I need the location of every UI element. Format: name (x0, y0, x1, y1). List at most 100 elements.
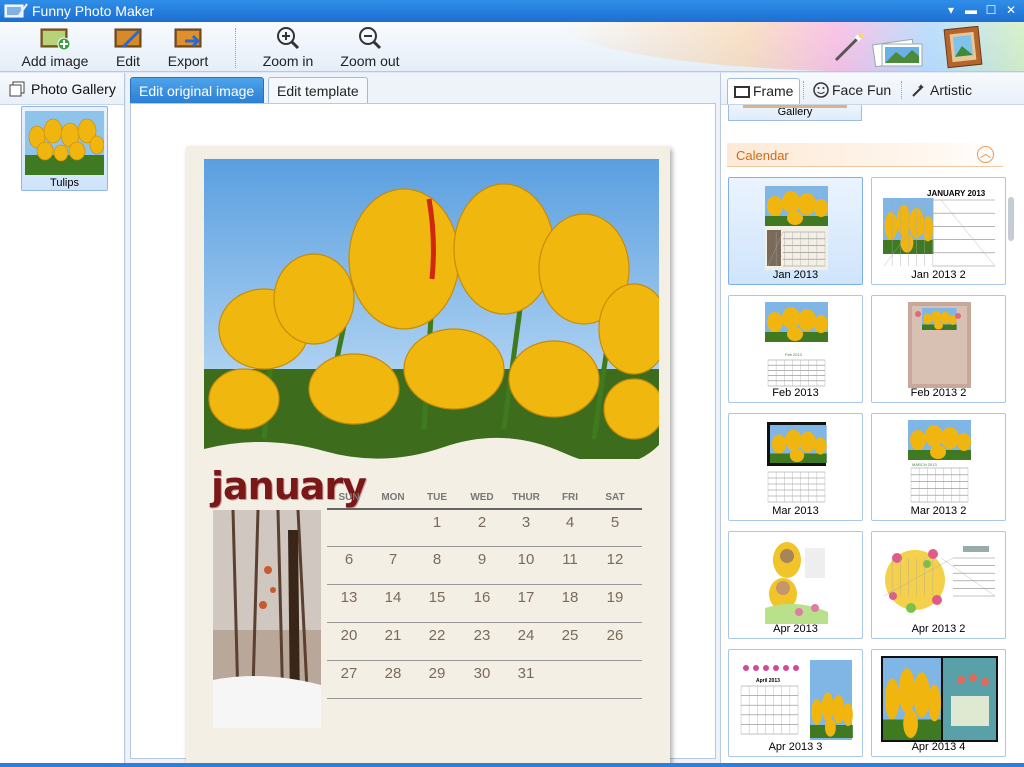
templates-panel: Frame Face Fun Artistic Gallery Calendar… (720, 73, 1024, 763)
template-preview (765, 538, 828, 624)
template-card[interactable]: April 2013 Apr 2013 3 (728, 649, 863, 757)
calendar-week-row: 6 7 8 9 10 11 12 (327, 546, 642, 584)
export-button[interactable]: Export (162, 25, 214, 71)
menu-button[interactable]: ▾ (944, 2, 958, 18)
calendar-day: 24 (517, 627, 535, 644)
minimize-button[interactable]: ▬ (964, 2, 978, 18)
template-label: Apr 2013 2 (911, 623, 966, 635)
calendar-preview: january SUN MON TUE WED THUR FRI SAT 1 2 3 4 5 6 7 8 9 1… (186, 146, 670, 767)
template-card[interactable]: Apr 2013 4 (871, 649, 1006, 757)
template-label: Mar 2013 (772, 505, 819, 517)
calendar-day: 4 (565, 514, 575, 531)
calendar-day: 9 (477, 551, 487, 568)
calendar-day: 28 (384, 665, 402, 682)
template-preview: MARCH 2013 (908, 420, 971, 506)
template-preview (881, 656, 998, 742)
svg-text:MARCH 2013: MARCH 2013 (912, 462, 937, 467)
photo-gallery-header: Photo Gallery (0, 73, 124, 105)
template-label: Apr 2013 (773, 623, 818, 635)
calendar-day: 26 (606, 627, 624, 644)
photos-icon (872, 38, 923, 68)
weekday-header: SUN (338, 492, 360, 503)
calendar-day: 15 (428, 589, 446, 606)
template-card[interactable]: Feb 2013 2 (871, 295, 1006, 403)
template-label: Jan 2013 2 (911, 269, 966, 281)
scrollbar-thumb[interactable] (1008, 197, 1014, 241)
frame-icon (734, 86, 750, 98)
face-icon (813, 82, 829, 98)
calendar-day: 12 (606, 551, 624, 568)
calendar-grid: SUN MON TUE WED THUR FRI SAT 1 2 3 4 5 6 7 8 9 10 11 12 13 1… (327, 492, 642, 732)
template-label: Feb 2013 (772, 387, 819, 399)
calendar-day: 17 (517, 589, 535, 606)
template-card[interactable]: Apr 2013 (728, 531, 863, 639)
calendar-day: 13 (340, 589, 358, 606)
calendar-day: 2 (477, 514, 487, 531)
calendar-week-row: 1 2 3 4 5 (327, 508, 642, 546)
editor-canvas[interactable]: january SUN MON TUE WED THUR FRI SAT 1 2 3 4 5 6 7 8 9 1… (130, 103, 716, 767)
window-title: Funny Photo Maker (32, 3, 155, 19)
calendar-day: 27 (340, 665, 358, 682)
calendar-day: 8 (432, 551, 442, 568)
template-card[interactable]: Feb 2013 Feb 2013 (728, 295, 863, 403)
tab-frame[interactable]: Frame (727, 78, 801, 104)
weekday-header: WED (470, 492, 494, 503)
calendar-main-photo (204, 159, 659, 459)
edit-icon (114, 28, 142, 49)
tulips-thumbnail-image (25, 111, 104, 175)
zoom-out-icon (359, 27, 382, 50)
svg-text:Feb 2013: Feb 2013 (785, 352, 803, 357)
artistic-icon (912, 84, 924, 97)
calendar-day: 19 (606, 589, 624, 606)
calendar-day: 25 (561, 627, 579, 644)
calendar-day: 29 (428, 665, 446, 682)
calendar-day: 1 (432, 514, 442, 531)
template-gallery[interactable]: Gallery (728, 105, 862, 121)
calendar-day: 5 (610, 514, 620, 531)
calendar-day: 14 (384, 589, 402, 606)
edit-button[interactable]: Edit (108, 25, 148, 71)
template-card[interactable]: JANUARY 2013 Jan 2013 2 (871, 177, 1006, 285)
template-card[interactable]: Apr 2013 2 (871, 531, 1006, 639)
gallery-thumbnail-tulips[interactable]: Tulips (21, 106, 108, 191)
maximize-button[interactable]: ☐ (984, 2, 998, 18)
template-card[interactable]: Mar 2013 (728, 413, 863, 521)
calendar-section-header[interactable]: Calendar ︿ (727, 143, 1003, 167)
calendar-day: 18 (561, 589, 579, 606)
apr3-text: April 2013 (756, 678, 780, 684)
collapse-icon[interactable]: ︿ (977, 146, 994, 163)
frame-picture-icon (943, 26, 983, 69)
template-preview (765, 420, 828, 506)
calendar-day: 23 (473, 627, 491, 644)
calendar-week-row: 13 14 15 16 17 18 19 (327, 584, 642, 622)
zoom-in-button[interactable]: Zoom in (258, 25, 318, 71)
tab-face-fun[interactable]: Face Fun (807, 78, 897, 104)
window-bottom-border (0, 763, 1024, 767)
template-tabs: Frame Face Fun Artistic (721, 73, 1024, 105)
export-icon (174, 28, 202, 48)
template-preview (908, 302, 971, 388)
template-card[interactable]: Jan 2013 (728, 177, 863, 285)
tab-edit-original-image[interactable]: Edit original image (130, 77, 264, 104)
weekday-header: MON (381, 492, 405, 503)
template-preview: Feb 2013 (765, 302, 828, 388)
calendar-day: 22 (428, 627, 446, 644)
close-button[interactable]: ✕ (1004, 2, 1018, 18)
template-card[interactable]: MARCH 2013 Mar 2013 2 (871, 413, 1006, 521)
calendar-day: 7 (388, 551, 398, 568)
zoom-in-icon (277, 27, 300, 50)
calendar-day: 3 (521, 514, 531, 531)
template-preview (881, 538, 998, 624)
jan2-text: JANUARY 2013 (927, 189, 986, 198)
magic-wand-icon (834, 34, 863, 62)
weekday-header: FRI (561, 492, 579, 503)
calendar-side-photo (213, 510, 321, 728)
template-label: Jan 2013 (772, 269, 819, 281)
weekday-header: THUR (512, 492, 540, 503)
zoom-out-button[interactable]: Zoom out (336, 25, 404, 71)
tab-artistic[interactable]: Artistic (905, 78, 978, 104)
calendar-week-row: 20 21 22 23 24 25 26 (327, 622, 642, 660)
toolbar: Add image Edit Export Zoom in Zoom out (0, 22, 1024, 72)
tab-edit-template[interactable]: Edit template (268, 77, 368, 104)
add-image-button[interactable]: Add image (18, 25, 92, 71)
